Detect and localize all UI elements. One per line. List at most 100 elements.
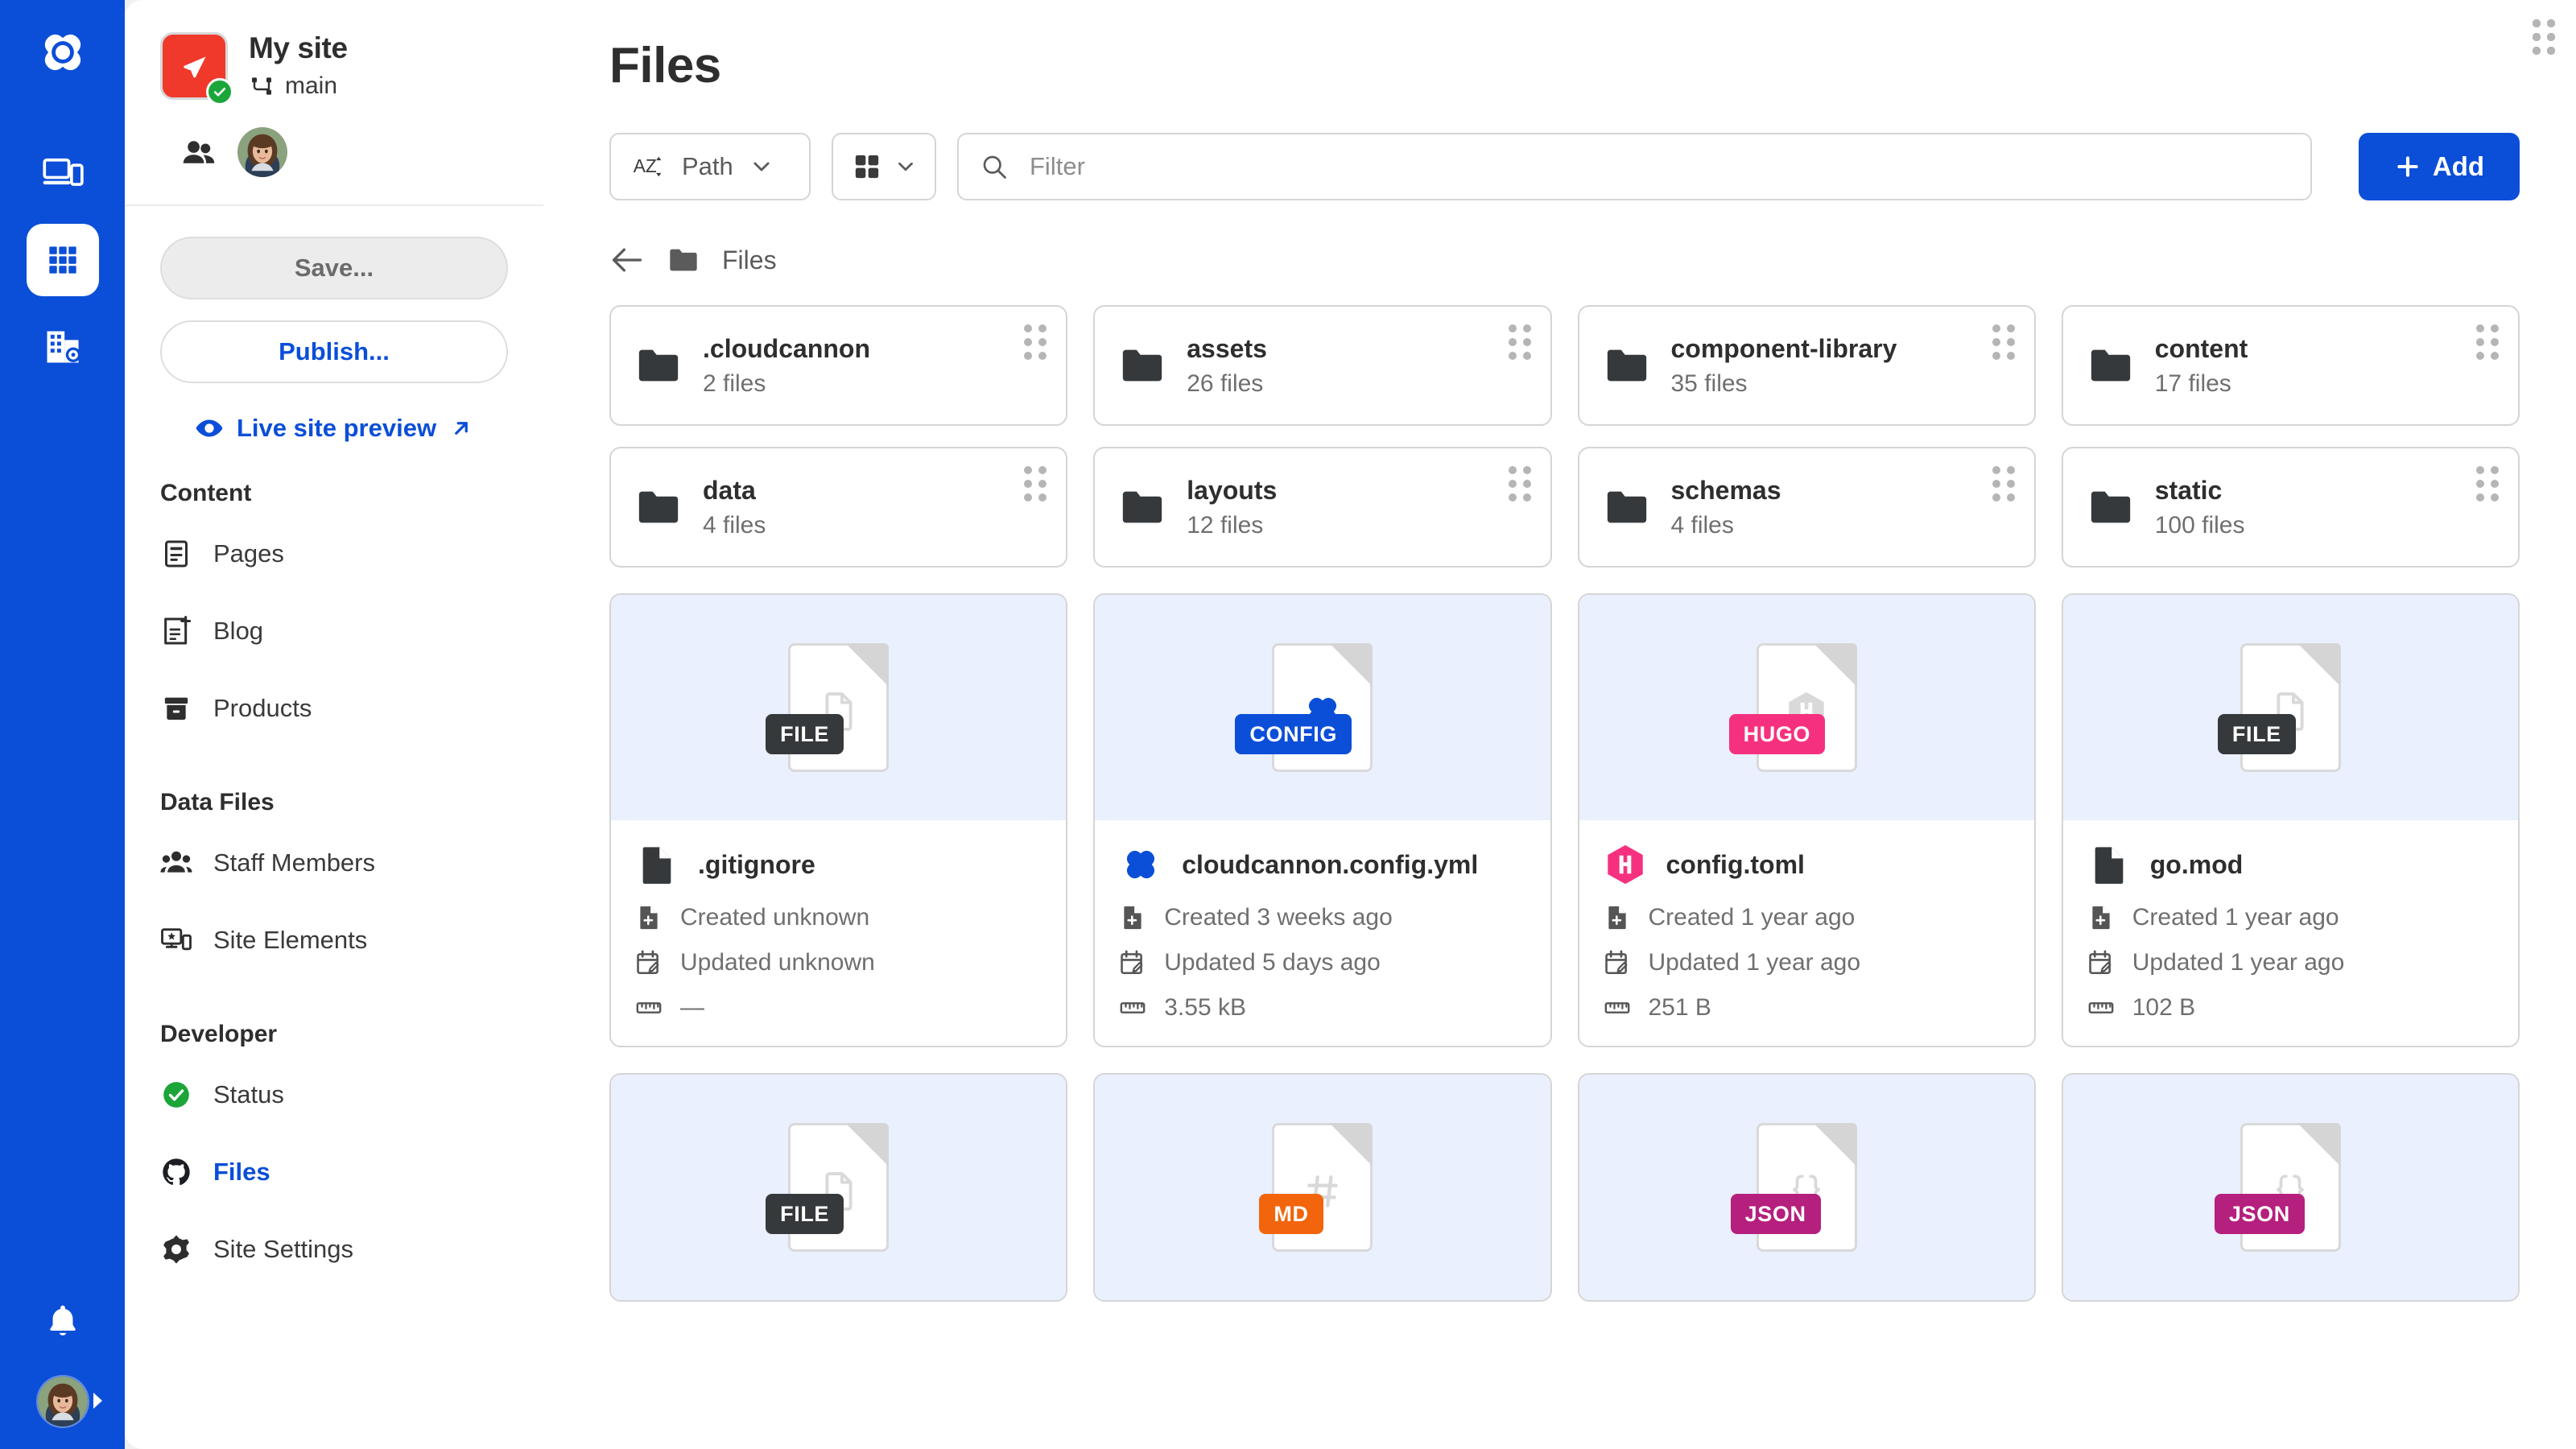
folder-card[interactable]: static 100 files: [2061, 447, 2520, 568]
file-card[interactable]: CONFIG cloudcannon.config.yml Created 3 …: [1093, 19, 2555, 1047]
file-dark-icon: [2087, 843, 2131, 886]
file-card[interactable]: FILE .gitignore Created unknown Updated …: [609, 19, 2555, 1047]
folder-card[interactable]: data 4 files: [609, 447, 1068, 568]
sidebar-item-staff-members[interactable]: Staff Members: [125, 824, 543, 902]
search-icon: [980, 152, 1009, 181]
file-created-row: Created unknown: [635, 904, 1042, 931]
rail-item-organisation-settings[interactable]: [27, 311, 99, 383]
sidebar-item-status[interactable]: Status: [125, 1056, 543, 1133]
file-updated-row: Updated 5 days ago: [1119, 949, 1525, 976]
cloudcannon-logo-icon[interactable]: [35, 24, 91, 80]
drag-handle-icon[interactable]: [2476, 324, 2499, 360]
view-mode-button[interactable]: [832, 133, 936, 200]
sidebar-item-files[interactable]: Files: [125, 1133, 543, 1211]
chevron-down-icon: [894, 155, 917, 178]
breadcrumb: Files: [609, 242, 2520, 278]
folder-file-count: 12 files: [1187, 511, 1264, 539]
site-members[interactable]: [181, 127, 508, 177]
drag-handle-icon[interactable]: [1508, 324, 1531, 360]
file-card[interactable]: MD: [1093, 19, 2555, 1302]
document-shape: FILE: [766, 643, 890, 772]
file-type-badge: JSON: [1730, 1194, 1821, 1234]
file-created: Created 3 weeks ago: [1164, 904, 1393, 931]
add-button[interactable]: Add: [2359, 133, 2520, 200]
file-size: 251 B: [1648, 994, 1711, 1021]
file-type-badge: FILE: [766, 714, 844, 754]
sidebar-item-label: Staff Members: [213, 848, 376, 877]
folder-icon: [2087, 484, 2134, 530]
calendar-edit-icon: [1604, 949, 1631, 976]
folder-card[interactable]: .cloudcannon 2 files: [609, 305, 1068, 426]
sidebar-item-label: Site Elements: [213, 926, 368, 954]
sort-by-button[interactable]: Path: [609, 133, 811, 200]
document-shape: FILE: [766, 1123, 890, 1252]
drag-handle-icon[interactable]: [1508, 466, 1531, 502]
file-grid: FILE .gitignore Created unknown Updated …: [609, 19, 2555, 1047]
file-updated: Updated 5 days ago: [1164, 949, 1381, 976]
file-type-badge: CONFIG: [1235, 714, 1352, 754]
arrow-left-icon[interactable]: [609, 242, 645, 278]
sidebar-item-pages[interactable]: Pages: [125, 515, 543, 592]
file-plus-icon: [635, 904, 663, 931]
file-plus-icon: [2087, 904, 2115, 931]
folder-card[interactable]: schemas 4 files: [1577, 447, 2036, 568]
avatar: [35, 1375, 89, 1428]
folder-name: content: [2154, 333, 2248, 363]
hugo-hex-icon: [1604, 843, 1647, 886]
live-site-preview-link[interactable]: Live site preview: [160, 414, 508, 443]
sidebar-item-blog[interactable]: Blog: [125, 592, 543, 670]
folder-name: .cloudcannon: [703, 333, 870, 363]
file-card[interactable]: FILE: [609, 19, 2555, 1302]
file-size-row: 3.55 kB: [1119, 994, 1525, 1022]
file-card[interactable]: JSON: [2061, 19, 2555, 1302]
folder-name: layouts: [1187, 475, 1278, 505]
drag-handle-icon[interactable]: [1024, 324, 1047, 360]
sort-az-icon: [632, 150, 666, 184]
member-avatar[interactable]: [237, 127, 287, 177]
save-button[interactable]: Save...: [160, 237, 508, 299]
folder-card[interactable]: component-library 35 files: [1577, 305, 2036, 426]
sidebar-item-label: Status: [213, 1080, 284, 1108]
drag-handle-icon[interactable]: [2476, 466, 2499, 502]
blog-post-icon: [160, 615, 192, 647]
people-icon: [181, 134, 217, 170]
folder-icon: [635, 484, 682, 530]
drag-handle-icon[interactable]: [1992, 466, 2015, 502]
folder-card[interactable]: assets 26 files: [1093, 305, 1552, 426]
folder-file-count: 17 files: [2154, 369, 2231, 397]
grid-view-icon: [851, 151, 883, 183]
drag-handle-icon[interactable]: [1992, 324, 2015, 360]
file-name: config.toml: [1666, 849, 1805, 879]
sidebar-item-products[interactable]: Products: [125, 670, 543, 747]
file-size: 102 B: [2132, 994, 2196, 1021]
app-root: My site main Save... Publish... Live sit…: [0, 0, 2576, 1449]
sidebar-group-data-files: Data Files Staff Members Site Elements: [125, 789, 543, 979]
page-title: Files: [609, 38, 721, 93]
file-card[interactable]: JSON: [1577, 19, 2555, 1302]
rail-user-avatar-button[interactable]: [35, 1375, 102, 1428]
file-preview: JSON: [2062, 1075, 2518, 1300]
folder-card[interactable]: content 17 files: [2061, 305, 2520, 426]
sidebar-item-site-elements[interactable]: Site Elements: [125, 902, 543, 979]
calendar-edit-icon: [635, 949, 663, 976]
file-type-badge: HUGO: [1728, 714, 1826, 754]
rail-item-devices[interactable]: [27, 137, 99, 209]
bell-icon[interactable]: [44, 1302, 81, 1343]
folder-file-count: 4 files: [1670, 511, 1734, 539]
site-identity[interactable]: My site main: [160, 31, 508, 105]
folder-card[interactable]: layouts 12 files: [1093, 447, 1552, 568]
file-type-badge: MD: [1259, 1194, 1323, 1234]
rail-item-apps-grid[interactable]: [26, 224, 99, 296]
file-title-row: cloudcannon.config.yml: [1119, 843, 1525, 886]
add-button-label: Add: [2432, 151, 2485, 181]
filter-field[interactable]: [957, 133, 2312, 200]
file-card[interactable]: FILE go.mod Created 1 year ago Updated 1: [2061, 19, 2555, 1047]
publish-button[interactable]: Publish...: [160, 320, 508, 383]
drag-handle-icon[interactable]: [1024, 466, 1047, 502]
files-toolbar: Path Add: [609, 133, 2520, 200]
search-input[interactable]: [1030, 152, 2289, 181]
sort-by-value: Path: [682, 152, 733, 180]
sidebar-item-site-settings[interactable]: Site Settings: [125, 1211, 543, 1288]
file-card[interactable]: HUGO config.toml Created 1 year ago Upda…: [1577, 19, 2555, 1047]
document-shape: MD: [1259, 1123, 1373, 1252]
